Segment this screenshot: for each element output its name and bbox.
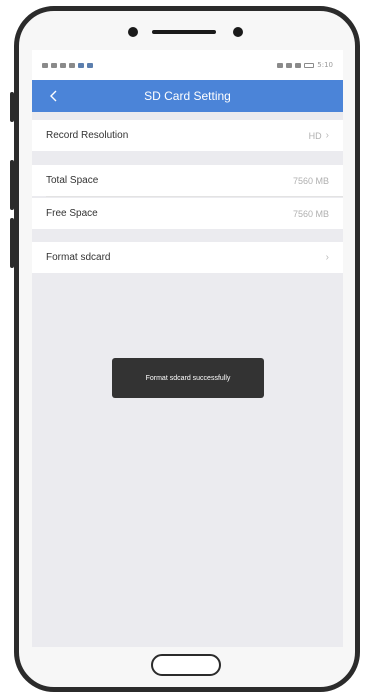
chevron-left-icon[interactable] bbox=[44, 86, 64, 106]
bluetooth-icon bbox=[295, 62, 302, 68]
vibrate-icon bbox=[277, 62, 284, 68]
record-resolution-value: HD bbox=[308, 130, 322, 141]
app-header: SD Card Setting bbox=[32, 80, 343, 112]
location-icon bbox=[87, 62, 93, 68]
total-space-row: Total Space 7560 MB bbox=[32, 165, 343, 196]
screenshot-icon bbox=[69, 62, 75, 68]
notification-icon bbox=[42, 62, 48, 68]
signal-icon bbox=[51, 62, 57, 68]
free-space-row: Free Space 7560 MB bbox=[32, 198, 343, 229]
status-time: 5:10 bbox=[317, 61, 333, 69]
format-sdcard-row[interactable]: Format sdcard › bbox=[32, 242, 343, 273]
sensor-icon bbox=[233, 27, 243, 37]
free-space-value: 7560 MB bbox=[292, 208, 329, 219]
total-space-label: Total Space bbox=[46, 175, 99, 186]
status-right-icons: 5:10 bbox=[277, 61, 333, 69]
speaker-grille bbox=[152, 30, 216, 34]
phone-screen: 5:10 SD Card Setting Record Resolution H… bbox=[32, 50, 343, 647]
status-bar: 5:10 bbox=[32, 50, 343, 80]
battery-icon bbox=[304, 62, 315, 68]
alarm-icon bbox=[286, 62, 293, 68]
row-divider bbox=[46, 196, 343, 197]
front-camera-icon bbox=[128, 27, 138, 37]
page-title: SD Card Setting bbox=[144, 89, 231, 103]
wifi-icon bbox=[60, 62, 66, 68]
app-notification-icon bbox=[78, 62, 84, 68]
chevron-right-icon: › bbox=[325, 252, 329, 263]
home-button[interactable] bbox=[151, 654, 221, 676]
record-resolution-value-group: HD › bbox=[309, 130, 329, 141]
toast-text: Format sdcard successfully bbox=[145, 374, 231, 382]
status-left-icons bbox=[42, 62, 93, 68]
toast-message: Format sdcard successfully bbox=[112, 358, 264, 398]
total-space-value: 7560 MB bbox=[292, 175, 329, 186]
record-resolution-row[interactable]: Record Resolution HD › bbox=[32, 120, 343, 151]
record-resolution-label: Record Resolution bbox=[46, 130, 129, 141]
chevron-right-icon: › bbox=[325, 130, 329, 141]
free-space-label: Free Space bbox=[46, 208, 98, 219]
format-sdcard-label: Format sdcard bbox=[46, 252, 111, 263]
